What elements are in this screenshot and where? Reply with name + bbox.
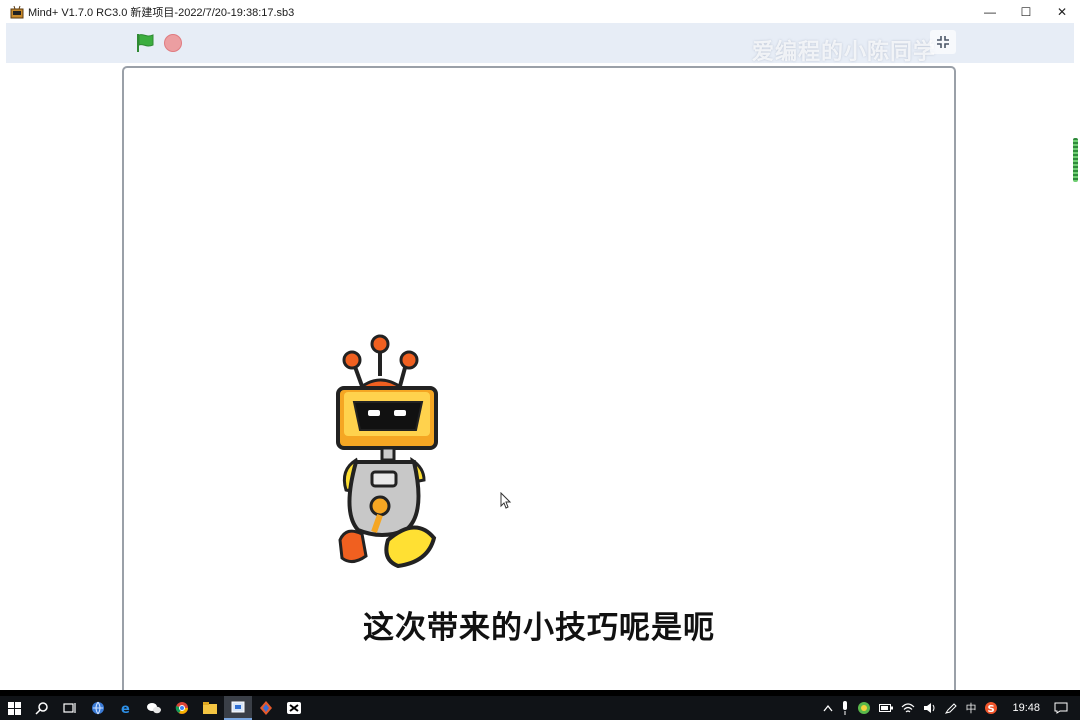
exit-fullscreen-button[interactable] xyxy=(930,30,956,54)
search-icon[interactable] xyxy=(28,696,56,720)
wechat-icon[interactable] xyxy=(140,696,168,720)
file-explorer-icon[interactable] xyxy=(196,696,224,720)
system-tray: 中 S 19:48 xyxy=(819,696,1080,720)
pen-icon[interactable] xyxy=(941,696,961,720)
watermark-text: 爱编程的小陈同学 xyxy=(752,39,937,64)
window-right-edge xyxy=(1074,23,1080,691)
security-icon[interactable] xyxy=(853,696,875,720)
minimize-button[interactable]: — xyxy=(972,0,1008,23)
stage-canvas[interactable]: 这次带来的小技巧呢是呃 xyxy=(122,66,956,706)
robot-sprite[interactable] xyxy=(316,334,446,574)
scrollbar-handle[interactable] xyxy=(1073,138,1078,182)
maximize-button[interactable]: ☐ xyxy=(1008,0,1044,23)
app-icon[interactable] xyxy=(252,696,280,720)
title-bar: Mind+ V1.7.0 RC3.0 新建项目-2022/7/20-19:38:… xyxy=(0,0,1080,24)
mindplus-app-icon xyxy=(10,5,24,18)
edge-icon[interactable]: e xyxy=(112,696,140,720)
task-view-icon[interactable] xyxy=(56,696,84,720)
wifi-icon[interactable] xyxy=(897,696,919,720)
taskbar-clock[interactable]: 19:48 xyxy=(1002,702,1050,714)
video-subtitle: 这次带来的小技巧呢是呃 xyxy=(363,610,715,646)
green-flag-icon[interactable] xyxy=(134,32,156,54)
svg-text:S: S xyxy=(988,704,995,715)
window-controls: — ☐ ✕ xyxy=(972,0,1080,23)
mindplus-icon[interactable] xyxy=(224,696,252,720)
battery-icon[interactable] xyxy=(875,696,897,720)
mouse-cursor-icon xyxy=(500,492,512,509)
taskbar: e 中 S 19:48 xyxy=(0,696,1080,720)
sogou-ime-icon[interactable]: S xyxy=(980,696,1002,720)
volume-icon[interactable] xyxy=(919,696,941,720)
start-icon[interactable] xyxy=(0,696,28,720)
close-button[interactable]: ✕ xyxy=(1044,0,1080,23)
window-title: Mind+ V1.7.0 RC3.0 新建项目-2022/7/20-19:38:… xyxy=(28,6,295,19)
microphone-icon[interactable] xyxy=(837,696,853,720)
stop-button[interactable] xyxy=(164,34,182,52)
stage-toolbar: 爱编程的小陈同学 xyxy=(6,23,1074,64)
show-hidden-icons-icon[interactable] xyxy=(819,696,837,720)
chrome-icon[interactable] xyxy=(168,696,196,720)
browser-icon[interactable] xyxy=(84,696,112,720)
capcut-icon[interactable] xyxy=(280,696,308,720)
svg-text:e: e xyxy=(121,702,130,715)
window-left-edge xyxy=(0,23,6,691)
exit-fullscreen-icon xyxy=(937,36,949,48)
ime-indicator[interactable]: 中 xyxy=(961,696,980,720)
notification-icon[interactable] xyxy=(1050,696,1080,720)
